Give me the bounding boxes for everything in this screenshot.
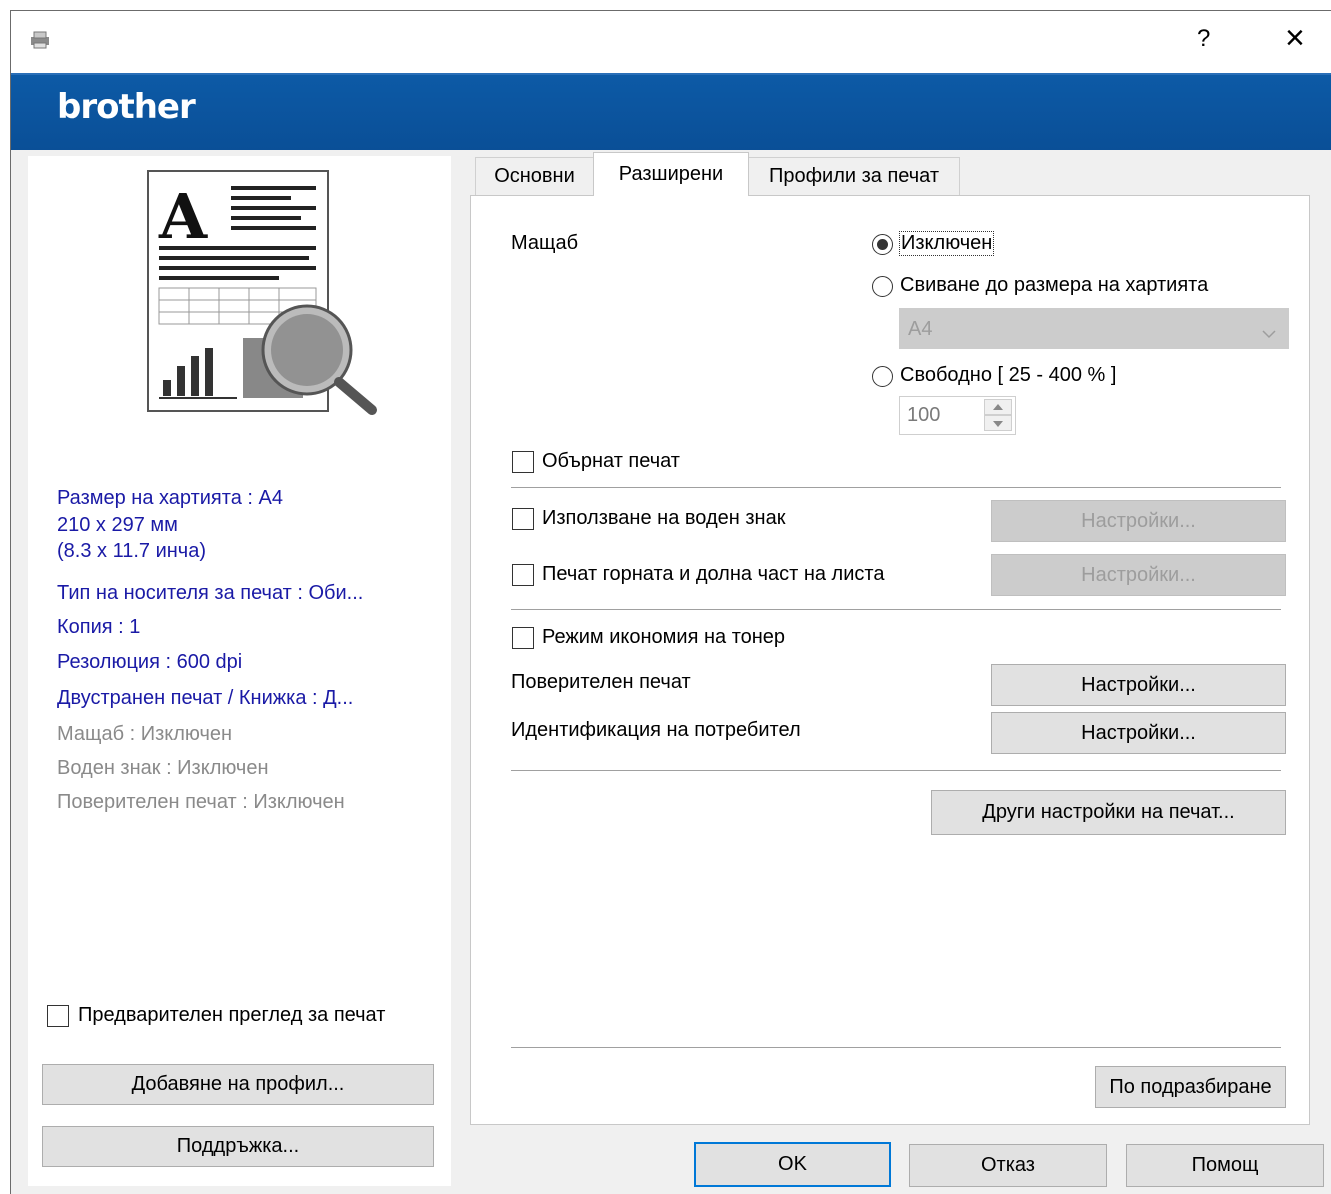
paper-size-select-value: A4	[908, 318, 933, 340]
add-profile-button[interactable]: Добавяне на профил...	[42, 1064, 434, 1105]
svg-text:A: A	[158, 180, 208, 253]
header-footer-settings-button[interactable]: Настройки...	[991, 554, 1286, 596]
printer-app-icon	[29, 31, 51, 55]
secure-print-label: Поверителен печат	[511, 671, 691, 693]
watermark-settings-button[interactable]: Настройки...	[991, 500, 1286, 542]
watermark-label[interactable]: Използване на воден знак	[542, 507, 785, 530]
summary-scale: Мащаб : Изключен	[57, 723, 233, 745]
summary-secure-print: Поверителен печат : Изключен	[57, 791, 345, 813]
summary-dims-in: (8.3 x 11.7 инча)	[57, 540, 206, 562]
tab-print-profiles[interactable]: Профили за печат	[748, 157, 960, 195]
support-button[interactable]: Поддръжка...	[42, 1126, 434, 1167]
spin-down-icon[interactable]	[984, 415, 1012, 431]
scaling-free-radio[interactable]	[872, 366, 893, 387]
free-scale-spinbox[interactable]: 100	[899, 396, 1016, 435]
scaling-free-label[interactable]: Свободно [ 25 - 400 % ]	[900, 364, 1116, 387]
brand-header: brother	[11, 73, 1331, 150]
summary-media-type: Тип на носителя за печат : Оби...	[57, 582, 364, 604]
cancel-button[interactable]: Отказ	[909, 1144, 1107, 1187]
close-icon[interactable]: ×	[1285, 19, 1305, 58]
toner-save-label[interactable]: Режим икономия на тонер	[542, 626, 785, 649]
header-footer-checkbox[interactable]	[512, 564, 534, 586]
help-button[interactable]: Помощ	[1126, 1144, 1324, 1187]
defaults-button[interactable]: По подразбиране	[1095, 1066, 1286, 1108]
tab-advanced[interactable]: Разширени	[593, 152, 749, 196]
ok-button[interactable]: OK	[694, 1142, 891, 1187]
toner-save-checkbox[interactable]	[512, 627, 534, 649]
paper-size-select[interactable]: A4	[899, 308, 1289, 349]
watermark-checkbox[interactable]	[512, 508, 534, 530]
summary-resolution: Резолюция : 600 dpi	[57, 651, 243, 673]
separator-4	[511, 1047, 1281, 1048]
spin-up-icon[interactable]	[984, 399, 1012, 415]
scaling-off-radio[interactable]	[872, 234, 893, 255]
help-title-button[interactable]: ?	[1197, 25, 1210, 53]
reverse-print-checkbox[interactable]	[512, 451, 534, 473]
other-print-settings-button[interactable]: Други настройки на печат...	[931, 790, 1286, 835]
user-auth-label: Идентификация на потребител	[511, 719, 801, 741]
separator-1	[511, 487, 1281, 488]
header-footer-label[interactable]: Печат горната и долна част на листа	[542, 563, 884, 586]
summary-duplex: Двустранен печат / Книжка : Д...	[57, 687, 354, 709]
summary-paper-size: Размер на хартията : A4	[57, 487, 283, 509]
separator-3	[511, 770, 1281, 771]
scaling-fit-radio[interactable]	[872, 276, 893, 297]
scaling-label: Мащаб	[511, 232, 579, 254]
summary-copies: Копия : 1	[57, 616, 141, 638]
summary-watermark: Воден знак : Изключен	[57, 757, 269, 779]
brand-logo: brother	[57, 87, 196, 127]
document-preview-illustration: A	[147, 170, 387, 426]
print-preview-label[interactable]: Предварителен преглед за печат	[78, 1004, 385, 1027]
reverse-print-label[interactable]: Обърнат печат	[542, 450, 680, 473]
print-preview-checkbox[interactable]	[47, 1005, 69, 1027]
secure-print-settings-button[interactable]: Настройки...	[991, 664, 1286, 706]
separator-2	[511, 609, 1281, 610]
summary-dims-mm: 210 x 297 мм	[57, 514, 178, 536]
scaling-fit-label[interactable]: Свиване до размера на хартията	[900, 274, 1208, 297]
tab-basic[interactable]: Основни	[475, 157, 594, 195]
scaling-off-label[interactable]: Изключен	[898, 231, 995, 256]
user-auth-settings-button[interactable]: Настройки...	[991, 712, 1286, 754]
chevron-down-icon	[1262, 322, 1276, 345]
title-bar: ? ×	[11, 11, 1331, 73]
free-scale-value: 100	[907, 404, 941, 426]
